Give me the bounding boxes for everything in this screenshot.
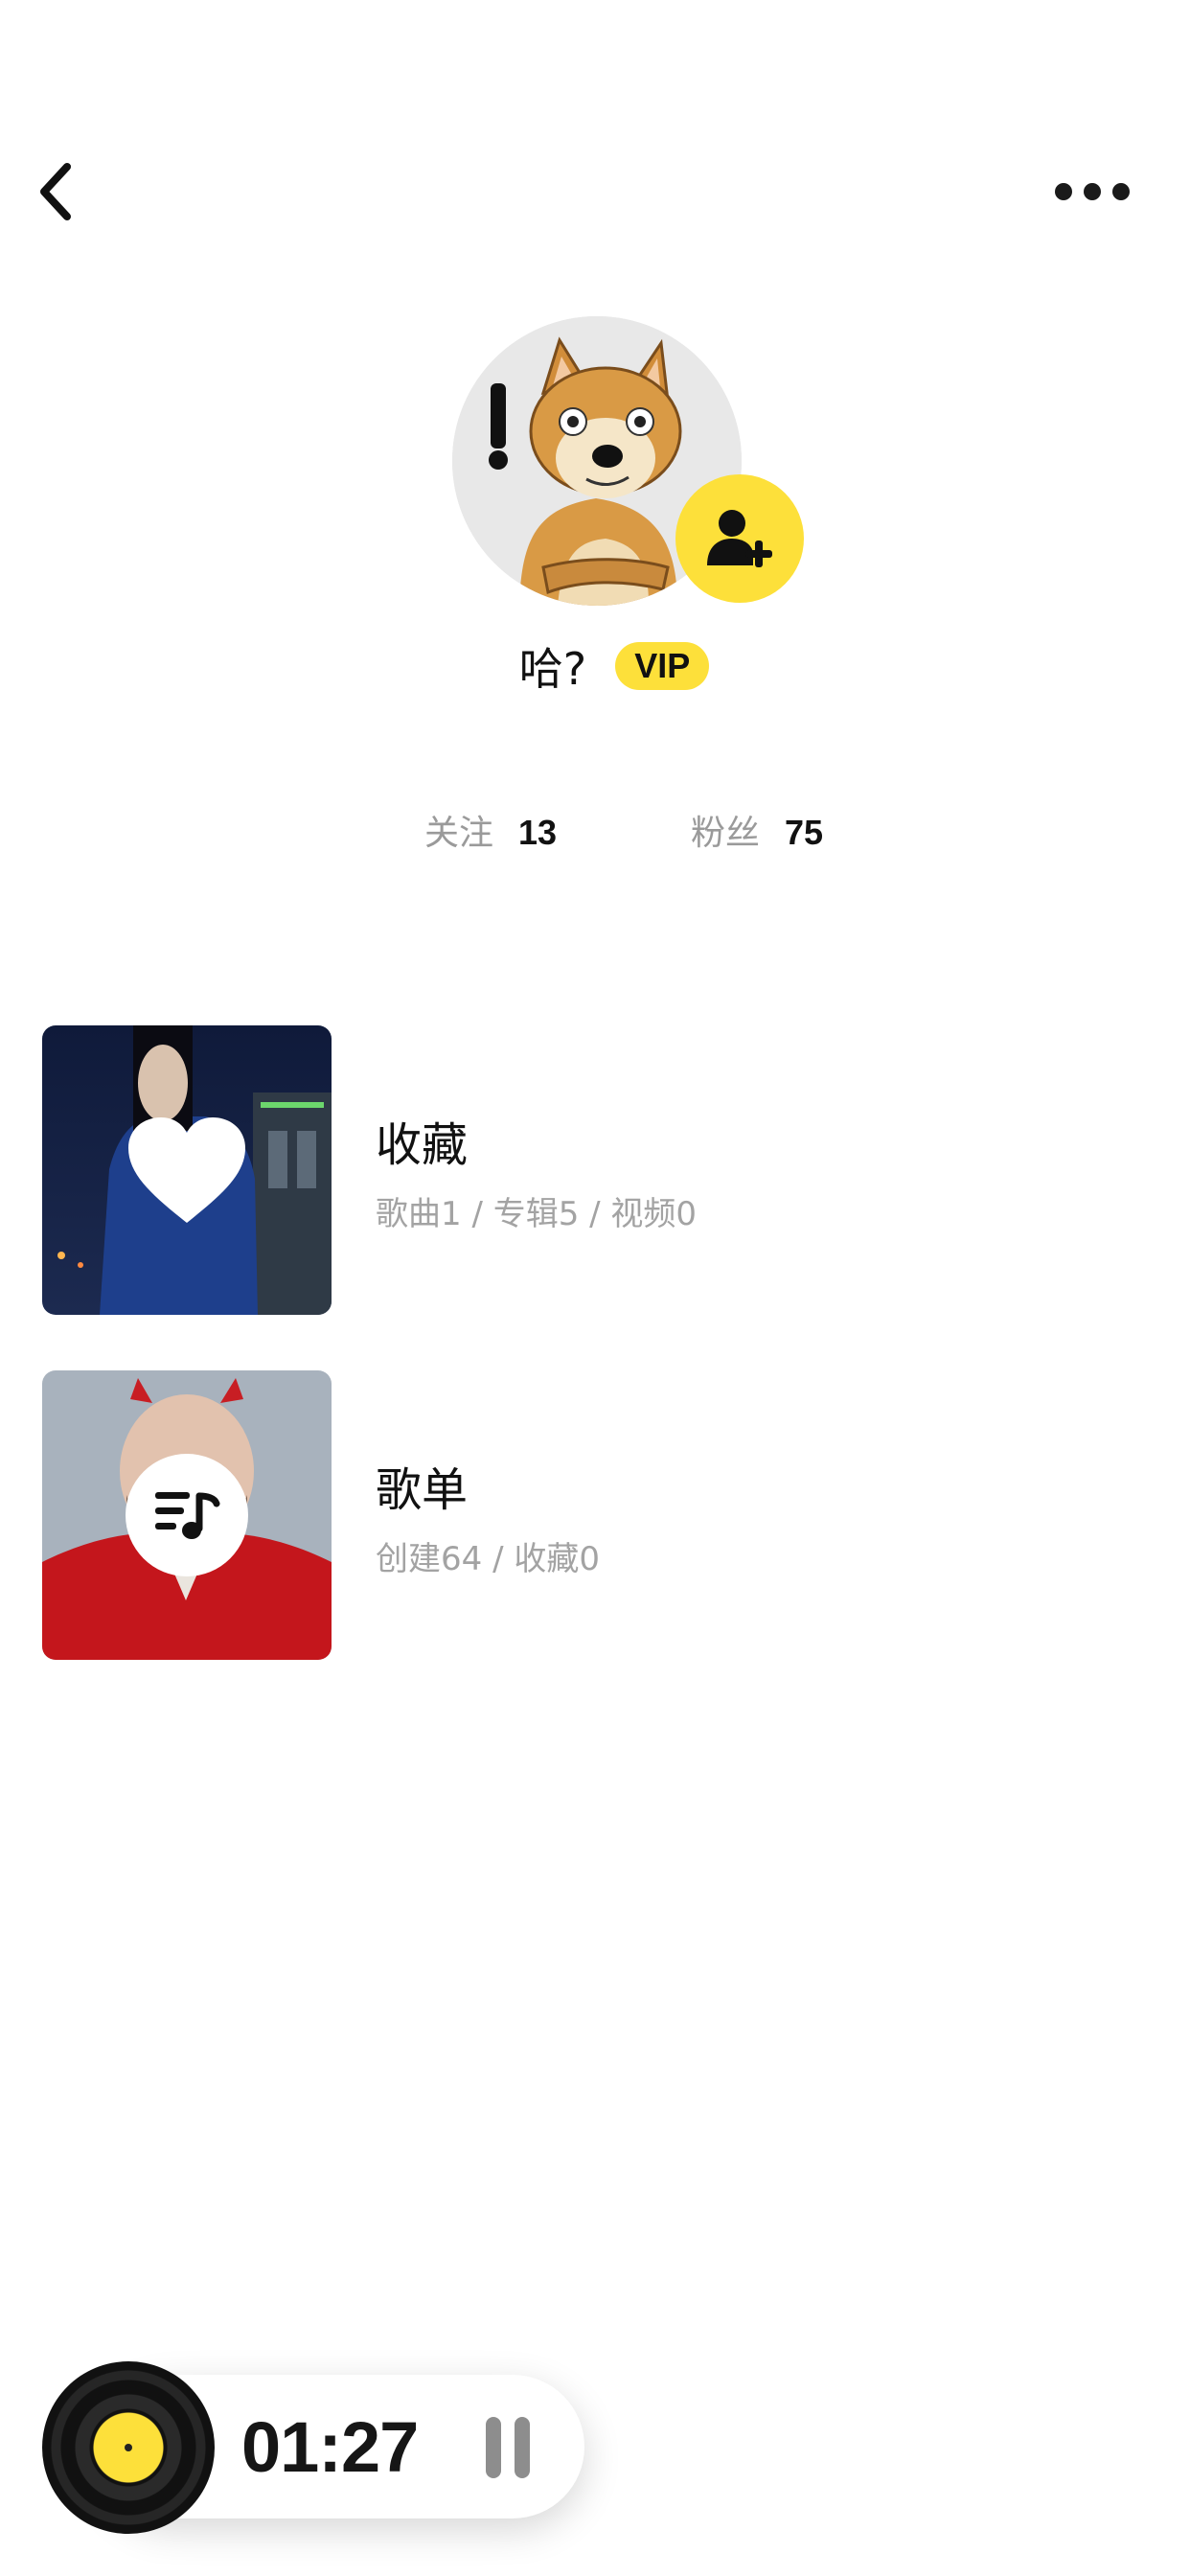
playlist-icon [155,1492,220,1539]
playlists-text: 歌单 创建64 / 收藏0 [376,1452,600,1579]
chevron-left-icon [40,163,71,220]
row-title: 收藏 [376,1117,469,1172]
stats-row: 关注 13 粉丝 75 [0,805,1190,862]
vinyl-center-dot [125,2444,132,2451]
vinyl-disc-icon[interactable] [42,2361,215,2534]
follow-button[interactable] [675,474,804,603]
row-title: 歌单 [376,1462,469,1517]
followers-stat[interactable]: 粉丝 75 [691,805,823,862]
heart-icon [128,1117,245,1223]
stat-value: 75 [785,813,824,852]
profile-page: 哈? VIP 关注 13 粉丝 75 收藏 歌曲1 / 专辑5 / 视频0 歌单… [0,0,1190,2576]
row-subtitle: 创建64 / 收藏0 [376,1539,600,1578]
add-user-icon [707,510,772,567]
row-subtitle: 歌曲1 / 专辑5 / 视频0 [376,1194,698,1233]
mini-player[interactable]: 01:27 [42,2361,584,2534]
pause-button[interactable] [479,2417,537,2478]
playlists-cover [42,1370,332,1660]
stat-value: 13 [517,813,557,852]
more-button[interactable] [1044,163,1140,220]
following-stat[interactable]: 关注 13 [424,805,557,862]
stat-label: 粉丝 [691,814,761,853]
vip-badge[interactable]: VIP [615,642,710,690]
pause-icon [486,2417,501,2478]
favorites-icon-holder [125,1114,249,1227]
favorites-row[interactable]: 收藏 歌曲1 / 专辑5 / 视频0 [42,1025,1144,1315]
playlists-row[interactable]: 歌单 创建64 / 收藏0 [42,1370,1144,1660]
name-row: 哈? VIP [0,632,1190,700]
favorites-cover [42,1025,332,1315]
back-button[interactable] [27,153,84,230]
stat-label: 关注 [423,814,493,853]
favorites-text: 收藏 歌曲1 / 专辑5 / 视频0 [376,1107,697,1234]
nickname: 哈? [518,643,587,695]
playback-time: 01:27 [241,2407,419,2487]
playlist-icon-holder [126,1454,248,1576]
more-horizontal-icon [1055,183,1130,200]
pause-icon [515,2417,530,2478]
